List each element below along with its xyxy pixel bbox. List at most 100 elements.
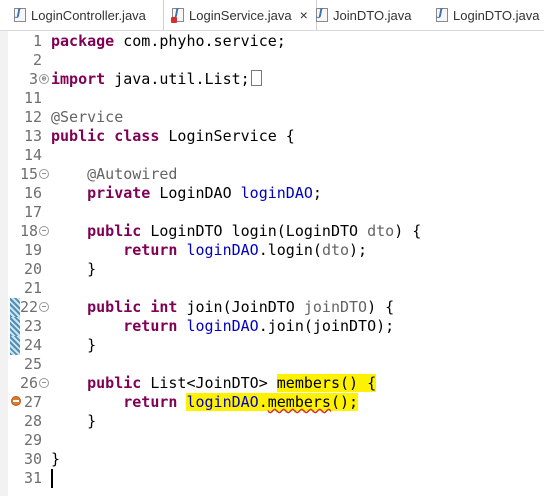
code-line: 22 − public int join(JoinDTO joinDTO) {: [0, 298, 544, 317]
code-text: import java.util.List;: [51, 70, 262, 89]
code-line: 18 − public LoginDTO login(LoginDTO dto)…: [0, 222, 544, 241]
code-text: @Autowired: [51, 165, 177, 184]
punctuation: );: [349, 241, 368, 259]
code-line: 21: [0, 279, 544, 298]
tab-label: LoginService.java: [189, 7, 292, 23]
method-signature: join(JoinDTO: [177, 298, 304, 316]
tab-login-controller[interactable]: J LoginController.java: [14, 0, 146, 30]
code-line: 27 return loginDAO.members();: [0, 393, 544, 412]
line-number: 27: [23, 393, 42, 411]
keyword: public: [87, 374, 142, 392]
punctuation: }: [51, 450, 61, 468]
line-number: 18: [19, 222, 38, 240]
code-line: 16 private LoginDAO loginDAO;: [0, 184, 544, 203]
punctuation: );: [376, 317, 395, 335]
code-text: public List<JoinDTO> members() {: [51, 374, 377, 393]
code-line: 24 }: [0, 336, 544, 355]
tab-join-dto[interactable]: J JoinDTO.java: [316, 0, 412, 30]
keyword: class: [114, 127, 160, 145]
parameter-name: joinDTO: [303, 298, 368, 316]
code-line: 30 }: [0, 450, 544, 469]
method-call: .login(: [258, 241, 322, 259]
tab-label: LoginController.java: [31, 7, 146, 23]
java-file-icon: J: [316, 8, 328, 22]
code-text: public LoginDTO login(LoginDTO dto) {: [51, 222, 421, 241]
keyword: public: [51, 127, 106, 145]
code-text: public class LoginService {: [51, 127, 295, 146]
code-text: return loginDAO.login(dto);: [51, 241, 367, 260]
code-text: return loginDAO.join(joinDTO);: [51, 317, 394, 336]
line-number: 30: [23, 450, 42, 468]
line-number: 24: [23, 336, 42, 354]
type-name: List<JoinDTO>: [141, 374, 277, 392]
punctuation: ;: [312, 184, 322, 202]
code-line: 29: [0, 431, 544, 450]
code-text: }: [51, 450, 60, 469]
code-line: 26 − public List<JoinDTO> members() {: [0, 374, 544, 393]
code-line: 15 − @Autowired: [0, 165, 544, 184]
tab-login-dto[interactable]: J LoginDTO.java: [436, 0, 539, 30]
class-name: LoginService {: [159, 127, 295, 145]
import-name: java.util.List;: [105, 70, 250, 88]
error-method-name: members: [267, 393, 331, 411]
fold-toggle-icon[interactable]: ⊕: [39, 74, 49, 84]
punctuation: ) {: [367, 298, 395, 316]
line-number: 23: [23, 317, 42, 335]
line-number: 26: [19, 374, 38, 392]
code-line: 19 return loginDAO.login(dto);: [0, 241, 544, 260]
code-line: 2: [0, 51, 544, 70]
method-call: .join(: [258, 317, 313, 335]
code-text: package com.phyho.service;: [51, 32, 286, 51]
collapsed-imports-icon[interactable]: [250, 70, 262, 86]
java-file-error-icon: J: [171, 8, 184, 23]
highlighted-method-signature: members() {: [276, 374, 377, 392]
close-icon[interactable]: ×: [300, 7, 308, 23]
java-file-icon: J: [14, 8, 26, 22]
line-number: 19: [23, 241, 42, 259]
editor-tab-bar: J LoginController.java J LoginService.ja…: [0, 0, 544, 31]
field-name: loginDAO: [186, 241, 259, 259]
tab-label: LoginDTO.java: [453, 7, 540, 23]
fold-toggle-icon[interactable]: −: [39, 378, 49, 388]
punctuation: ();: [330, 393, 359, 411]
line-number: 13: [23, 127, 42, 145]
line-number: 29: [23, 431, 42, 449]
text-cursor: [51, 469, 53, 488]
line-number: 12: [23, 108, 42, 126]
code-line: 12 @Service: [0, 108, 544, 127]
fold-toggle-icon[interactable]: −: [39, 169, 49, 179]
line-number: 17: [23, 203, 42, 221]
fold-toggle-icon[interactable]: −: [39, 302, 49, 312]
keyword: public: [87, 222, 142, 240]
code-editor[interactable]: 1 package com.phyho.service; 2 3 ⊕ impor…: [0, 31, 544, 496]
line-number: 21: [23, 279, 42, 297]
code-line: 13 public class LoginService {: [0, 127, 544, 146]
line-number: 15: [19, 165, 38, 183]
code-line: 14: [0, 146, 544, 165]
code-line: 3 ⊕ import java.util.List;: [0, 70, 544, 89]
line-number: 16: [23, 184, 42, 202]
code-text: public int join(JoinDTO joinDTO) {: [51, 298, 394, 317]
parameter-name: dto: [367, 222, 395, 240]
annotation: @Service: [51, 108, 124, 126]
annotation: @Autowired: [87, 165, 178, 183]
code-text: return loginDAO.members();: [51, 393, 359, 412]
tab-login-service[interactable]: J LoginService.java ×: [163, 0, 317, 30]
keyword: return: [123, 317, 178, 335]
line-number: 20: [23, 260, 42, 278]
line-number: 25: [23, 355, 42, 373]
code-line: 17: [0, 203, 544, 222]
punctuation: }: [87, 260, 97, 278]
keyword: int: [150, 298, 178, 316]
code-text: private LoginDAO loginDAO;: [51, 184, 322, 203]
line-number: 11: [23, 89, 42, 107]
code-line: 1 package com.phyho.service;: [0, 32, 544, 51]
type-name: LoginDAO: [150, 184, 241, 202]
code-line: 11: [0, 89, 544, 108]
line-number: 14: [23, 146, 42, 164]
line-number: 22: [19, 298, 38, 316]
line-number: 3: [28, 70, 38, 88]
keyword: public: [87, 298, 142, 316]
fold-toggle-icon[interactable]: −: [39, 226, 49, 236]
line-number: 28: [23, 412, 42, 430]
